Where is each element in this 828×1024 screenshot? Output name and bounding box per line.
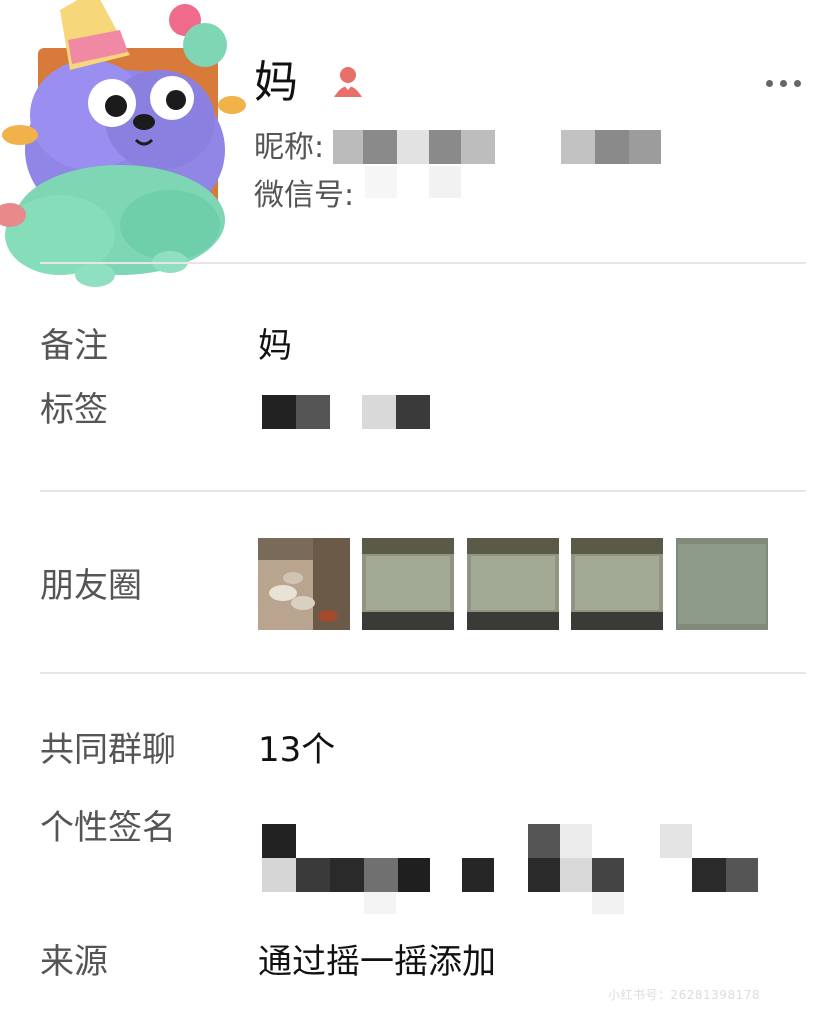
moments-label: 朋友圈: [40, 566, 142, 606]
moments-photo-ducks[interactable]: [258, 538, 350, 630]
moments-photo-slab[interactable]: [467, 538, 559, 630]
contact-name: 妈: [254, 57, 298, 108]
nickname-label: 昵称:: [254, 130, 325, 165]
avatar[interactable]: [0, 0, 250, 290]
common-groups-label: 共同群聊: [40, 730, 176, 770]
divider: [40, 672, 806, 674]
moments-photo-slab[interactable]: [362, 538, 454, 630]
tags-mosaic[interactable]: [262, 395, 432, 429]
common-groups-value[interactable]: 13个: [258, 728, 335, 772]
divider: [40, 490, 806, 492]
moments-photo-slab[interactable]: [676, 538, 768, 630]
nickname-mosaic: [333, 128, 663, 166]
source-value: 通过摇一摇添加: [258, 942, 496, 982]
tags-label: 标签: [40, 390, 108, 430]
signature-mosaic: [262, 824, 762, 916]
watermark: 小红书号：26281398178: [608, 988, 760, 1002]
divider: [40, 262, 806, 264]
ellipsis-dot: [780, 80, 787, 87]
ellipsis-dot: [794, 80, 801, 87]
wechat-id-mosaic: [365, 166, 465, 202]
remark-label: 备注: [40, 326, 108, 366]
ellipsis-icon: [766, 80, 773, 87]
more-options-button[interactable]: [764, 70, 804, 96]
female-person-icon: [330, 64, 366, 100]
wechat-id-label: 微信号:: [254, 178, 355, 213]
remark-value[interactable]: 妈: [258, 324, 292, 368]
signature-label: 个性签名: [40, 808, 176, 848]
moments-photo-slab[interactable]: [571, 538, 663, 630]
source-label: 来源: [40, 942, 108, 982]
